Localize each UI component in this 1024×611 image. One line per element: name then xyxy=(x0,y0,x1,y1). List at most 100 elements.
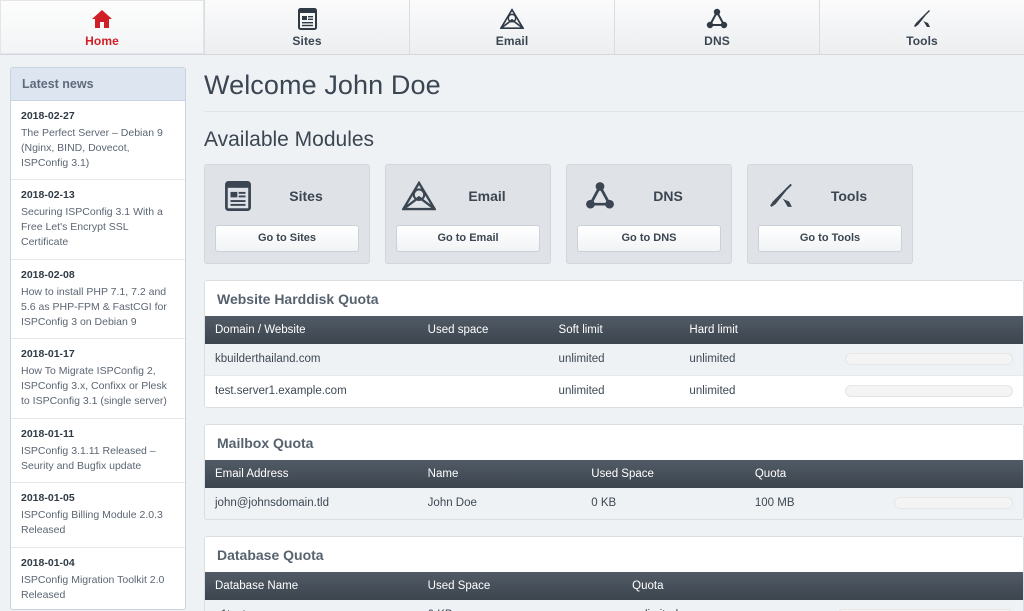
cell-name: John Doe xyxy=(427,497,477,509)
website-harddisk-quota-table: Domain / Website Used space Soft limit H… xyxy=(205,316,1023,407)
cell-database-name: c1test xyxy=(205,600,418,611)
news-item[interactable]: 2018-01-04 ISPConfig Migration Toolkit 2… xyxy=(11,548,185,609)
nav-item-sites-label: Sites xyxy=(292,34,322,48)
module-card-sites[interactable]: Sites Go to Sites xyxy=(204,164,370,264)
column-header-soft-limit: Soft limit xyxy=(558,324,603,336)
cell-hard-limit: unlimited xyxy=(689,385,736,397)
nav-item-dns[interactable]: DNS xyxy=(615,0,820,54)
table-row[interactable]: test.server1.example.com unlimited unlim… xyxy=(205,375,1023,408)
nav-item-tools[interactable]: Tools xyxy=(820,0,1024,54)
usage-progress-bar xyxy=(893,497,1013,509)
nav-item-home[interactable]: Home xyxy=(0,0,205,54)
cell-hard-limit: unlimited xyxy=(679,344,835,376)
table-row[interactable]: c1test 0 KB unlimited xyxy=(205,600,1023,611)
cell-domain: test.server1.example.com xyxy=(215,385,347,397)
cell-soft-limit: unlimited xyxy=(548,344,680,376)
mailbox-quota-title: Mailbox Quota xyxy=(205,425,1023,460)
column-header-quota: Quota xyxy=(754,468,787,480)
news-title: The Perfect Server – Debian 9 (Nginx, BI… xyxy=(21,126,163,169)
module-card-dns[interactable]: DNS Go to DNS xyxy=(566,164,732,264)
home-icon xyxy=(91,6,113,32)
page-title: Welcome John Doe xyxy=(204,67,1024,112)
nav-item-tools-label: Tools xyxy=(906,34,938,48)
website-harddisk-quota-panel: Website Harddisk Quota Domain / Website … xyxy=(204,280,1024,408)
cell-used-space xyxy=(418,376,549,408)
column-header-used-space: Used Space xyxy=(591,468,654,480)
cell-usage-bar xyxy=(835,376,1023,408)
table-row[interactable]: john@johnsdomain.tld John Doe 0 KB 100 M… xyxy=(205,488,1023,519)
main-content: Welcome John Doe Available Modules Sites… xyxy=(186,67,1024,611)
column-header-email-address: Email Address xyxy=(215,468,289,480)
cell-used-space: 0 KB xyxy=(591,497,617,509)
database-quota-table: Database Name Used Space Quota c1test 0 … xyxy=(205,572,1023,611)
tools-icon xyxy=(760,181,802,211)
mailbox-quota-table: Email Address Name Used Space Quota john… xyxy=(205,460,1023,519)
module-cards: Sites Go to Sites Email Go to Email DNS … xyxy=(204,164,1024,264)
column-header-used-space: Used space xyxy=(427,324,489,336)
module-card-label: Tools xyxy=(830,188,868,204)
dns-icon xyxy=(579,181,621,211)
module-card-header: Tools xyxy=(758,175,902,217)
page-body: Latest news 2018-02-27 The Perfect Serve… xyxy=(0,55,1024,611)
news-title: How to install PHP 7.1, 7.2 and 5.6 as P… xyxy=(21,285,167,328)
go-to-sites-button[interactable]: Go to Sites xyxy=(215,225,359,252)
go-to-dns-button[interactable]: Go to DNS xyxy=(577,225,721,252)
latest-news-panel: Latest news 2018-02-27 The Perfect Serve… xyxy=(10,67,186,610)
nav-item-sites[interactable]: Sites xyxy=(205,0,410,54)
database-quota-title: Database Quota xyxy=(205,537,1023,572)
table-row[interactable]: kbuilderthailand.com unlimited unlimited xyxy=(205,344,1023,376)
cell-usage-bar xyxy=(827,600,1023,611)
module-card-tools[interactable]: Tools Go to Tools xyxy=(747,164,913,264)
cell-domain: kbuilderthailand.com xyxy=(205,344,418,376)
column-header-quota: Quota xyxy=(632,580,664,592)
column-header-domain: Domain / Website xyxy=(215,324,306,336)
table-header-row: Domain / Website Used space Soft limit H… xyxy=(205,316,1023,344)
module-card-label: DNS xyxy=(653,188,683,204)
column-header-usage-bar xyxy=(827,572,1023,600)
tools-icon xyxy=(911,6,933,32)
column-header-hard-limit: Hard limit xyxy=(689,324,738,336)
module-card-header: DNS xyxy=(577,175,721,217)
news-item[interactable]: 2018-02-13 Securing ISPConfig 3.1 With a… xyxy=(11,180,185,260)
column-header-used-space: Used Space xyxy=(427,580,491,592)
news-title: ISPConfig 3.1.11 Released – Seurity and … xyxy=(21,444,156,472)
cell-quota: unlimited xyxy=(622,600,827,611)
nav-item-home-label: Home xyxy=(85,34,119,48)
nav-item-email[interactable]: Email xyxy=(410,0,615,54)
usage-progress-bar xyxy=(844,385,1013,397)
news-item[interactable]: 2018-01-05 ISPConfig Billing Module 2.0.… xyxy=(11,483,185,548)
email-icon xyxy=(500,6,524,32)
module-card-email[interactable]: Email Go to Email xyxy=(385,164,551,264)
cell-usage-bar xyxy=(884,488,1023,519)
cell-used-space: 0 KB xyxy=(418,600,623,611)
news-item[interactable]: 2018-01-11 ISPConfig 3.1.11 Released – S… xyxy=(11,419,185,484)
cell-quota: 100 MB xyxy=(754,497,795,509)
dns-icon xyxy=(706,6,728,32)
sites-icon xyxy=(217,181,259,211)
news-item[interactable]: 2018-02-27 The Perfect Server – Debian 9… xyxy=(11,101,185,181)
mailbox-quota-panel: Mailbox Quota Email Address Name Used Sp… xyxy=(204,424,1024,520)
cell-usage-bar xyxy=(834,344,1023,376)
database-quota-panel: Database Quota Database Name Used Space … xyxy=(204,536,1024,611)
news-date: 2018-01-17 xyxy=(21,348,75,361)
news-title: Securing ISPConfig 3.1 With a Free Let's… xyxy=(21,206,163,249)
cell-soft-limit: unlimited xyxy=(558,385,605,397)
nav-item-email-label: Email xyxy=(495,34,529,48)
sites-icon xyxy=(297,6,317,32)
go-to-email-button[interactable]: Go to Email xyxy=(396,225,540,252)
go-to-tools-button[interactable]: Go to Tools xyxy=(758,225,902,252)
cell-used-space xyxy=(417,344,549,376)
module-card-header: Sites xyxy=(215,175,359,217)
column-header-usage-bar xyxy=(884,460,1023,488)
module-card-label: Sites xyxy=(289,188,323,204)
news-item[interactable]: 2018-01-17 How To Migrate ISPConfig 2, I… xyxy=(11,339,185,419)
column-header-usage-bar xyxy=(835,316,1023,344)
column-header-database-name: Database Name xyxy=(215,580,299,592)
top-navigation: Home Sites Email DNS Tools xyxy=(0,0,1024,55)
table-header-row: Email Address Name Used Space Quota xyxy=(205,460,1023,488)
cell-email-address: john@johnsdomain.tld xyxy=(215,497,329,509)
latest-news-title: Latest news xyxy=(11,68,185,101)
news-date: 2018-02-13 xyxy=(21,189,75,202)
news-item[interactable]: 2018-02-08 How to install PHP 7.1, 7.2 a… xyxy=(11,260,185,340)
news-title: ISPConfig Billing Module 2.0.3 Released xyxy=(21,509,163,537)
